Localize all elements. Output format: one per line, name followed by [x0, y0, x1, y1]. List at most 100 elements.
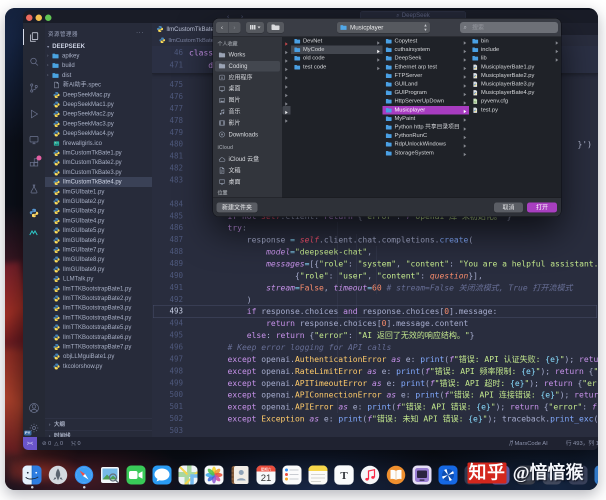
- toolbar-folder-button[interactable]: [267, 22, 284, 33]
- traffic-light-zoom[interactable]: [45, 14, 52, 21]
- activity-search-icon[interactable]: [23, 52, 45, 72]
- explorer-item-DeepSeekMac3.py[interactable]: DeepSeekMac3.py: [45, 119, 152, 129]
- activity-remote-explorer-icon[interactable]: [23, 130, 45, 150]
- file-item-PythonRunC[interactable]: PythonRunC: [383, 132, 470, 141]
- file-item-MusicplayerBate4.py[interactable]: MusicplayerBate4.py: [469, 89, 561, 98]
- favorites-文稿[interactable]: 文稿: [215, 165, 280, 176]
- dock-books[interactable]: [386, 465, 406, 485]
- explorer-item-DeepSeekMac2.py[interactable]: DeepSeekMac2.py: [45, 109, 152, 119]
- file-item-DeepSeek[interactable]: DeepSeek: [383, 54, 470, 63]
- explorer-item-llmTTKBootstrapBate3.py[interactable]: llmTTKBootstrapBate3.py: [45, 303, 152, 313]
- view-mode-button[interactable]: [246, 22, 264, 33]
- file-item-old code[interactable]: old code: [291, 54, 383, 63]
- explorer-item-llmGUIbate2.py[interactable]: llmGUIbate2.py: [45, 197, 152, 207]
- activity-marscode-icon[interactable]: [23, 223, 45, 243]
- activity-explorer-icon[interactable]: [23, 27, 45, 47]
- activity-extensions-icon[interactable]: [23, 153, 45, 173]
- file-item-include[interactable]: include: [469, 46, 561, 55]
- explorer-item-DeepSeekMac4.py[interactable]: DeepSeekMac4.py: [45, 129, 152, 139]
- traffic-light-close[interactable]: [26, 14, 33, 21]
- file-item-MusicplayerBate3.py[interactable]: MusicplayerBate3.py: [469, 80, 561, 89]
- favorites-Downloads[interactable]: Downloads: [215, 129, 280, 140]
- explorer-item-llmTTKBootstrapBate6.py[interactable]: llmTTKBootstrapBate6.py: [45, 332, 152, 342]
- favorites-影片[interactable]: 影片: [215, 118, 280, 129]
- file-item-RdpUnlockWindows[interactable]: RdpUnlockWindows: [383, 140, 470, 149]
- explorer-item-apikey[interactable]: › apikey: [45, 51, 152, 61]
- activity-run-debug-icon[interactable]: [23, 104, 45, 124]
- dock-calendar[interactable]: 星期六 21: [256, 465, 276, 485]
- status-right[interactable]: ᛖMarsCode AI 行 493，列 18: [509, 437, 598, 450]
- dock-facetime[interactable]: [126, 465, 146, 485]
- explorer-item-build[interactable]: › build: [45, 61, 152, 71]
- new-folder-button[interactable]: 新建文件夹: [216, 202, 258, 213]
- favorites-桌面[interactable]: 桌面: [215, 177, 280, 188]
- activity-testing-icon[interactable]: [23, 179, 45, 199]
- favorites-桌面[interactable]: 桌面: [215, 84, 280, 95]
- activity-settings-icon[interactable]: PY: [23, 418, 45, 438]
- cancel-button[interactable]: 取消: [494, 202, 523, 213]
- explorer-item-LLMTalk.py[interactable]: LLMTalk.py: [45, 274, 152, 284]
- explorer-item-objLLMguiBate1.py[interactable]: objLLMguiBate1.py: [45, 352, 152, 362]
- activity-python-icon[interactable]: [23, 203, 45, 223]
- favorites-音乐[interactable]: 音乐: [215, 107, 280, 118]
- dock-launchpad[interactable]: [48, 465, 68, 485]
- favorites-Works[interactable]: Works: [215, 50, 280, 61]
- file-item-GUILand[interactable]: GUILand: [383, 80, 470, 89]
- explorer-root-folder[interactable]: ▾ DEEPSEEK: [45, 41, 152, 51]
- explorer-item-dist[interactable]: › dist: [45, 70, 152, 80]
- explorer-item-llmTTKBootstrapBate1.py[interactable]: llmTTKBootstrapBate1.py: [45, 284, 152, 294]
- back-button[interactable]: ‹: [216, 22, 228, 33]
- file-item-MusicplayerBate2.py[interactable]: MusicplayerBate2.py: [469, 71, 561, 80]
- file-item-DevNet[interactable]: DevNet: [291, 37, 383, 46]
- explorer-item-llmTTKBootstrapBate4.py[interactable]: llmTTKBootstrapBate4.py: [45, 313, 152, 323]
- explorer-item-llmGUIbate3.py[interactable]: llmGUIbate3.py: [45, 206, 152, 216]
- explorer-item-firewallgirls.ico[interactable]: firewallgirls.ico: [45, 138, 152, 148]
- explorer-item-DeepSeekMac.py[interactable]: DeepSeekMac.py: [45, 90, 152, 100]
- file-item-GUIProgram[interactable]: GUIProgram: [383, 89, 470, 98]
- explorer-item-llmGUIbate6.py[interactable]: llmGUIbate6.py: [45, 235, 152, 245]
- favorites-应用程序[interactable]: A 应用程序: [215, 72, 280, 83]
- explorer-item-llmGUIbate7.py[interactable]: llmGUIbate7.py: [45, 245, 152, 255]
- activity-accounts-icon[interactable]: [23, 398, 45, 418]
- problems-status[interactable]: ⊘ 0 △ 0: [42, 437, 63, 450]
- dock-reminders[interactable]: [282, 465, 302, 485]
- explorer-more-actions[interactable]: ···: [136, 28, 144, 36]
- explorer-item-llmGUIbate4.py[interactable]: llmGUIbate4.py: [45, 216, 152, 226]
- activity-source-control-icon[interactable]: [23, 78, 45, 98]
- dock-vm-app[interactable]: [412, 465, 432, 485]
- file-item-bin[interactable]: bin: [469, 37, 561, 46]
- favorites-iCloud 云盘[interactable]: iCloud 云盘: [215, 154, 280, 165]
- file-item-MusicplayerBate1.py[interactable]: MusicplayerBate1.py: [469, 63, 561, 72]
- file-item-test code[interactable]: test code: [291, 63, 383, 72]
- dock-contacts[interactable]: [230, 465, 250, 485]
- file-item-Copytest[interactable]: Copytest: [383, 37, 470, 46]
- dock-edge-app[interactable]: [594, 465, 598, 485]
- dock-music[interactable]: [360, 465, 380, 485]
- file-item-MyCode[interactable]: MyCode: [291, 45, 383, 55]
- explorer-item-llmGUIbate8.py[interactable]: llmGUIbate8.py: [45, 255, 152, 265]
- file-item-Musicplayer[interactable]: Musicplayer: [382, 105, 469, 115]
- open-button[interactable]: 打开: [527, 202, 557, 213]
- explorer-item-DeepSeekMac1.py[interactable]: DeepSeekMac1.py: [45, 100, 152, 110]
- remote-indicator[interactable]: ><: [23, 437, 37, 450]
- dock-messages[interactable]: [152, 465, 172, 485]
- dock-notes[interactable]: [308, 465, 328, 485]
- explorer-item-llmGUIbate9.py[interactable]: llmGUIbate9.py: [45, 264, 152, 274]
- file-item-MyPaint[interactable]: MyPaint: [383, 114, 470, 123]
- file-item-HttpServerUpDown[interactable]: HttpServerUpDown: [383, 97, 470, 106]
- file-item-Python http 共享目录项目[interactable]: Python http 共享目录项目: [383, 123, 470, 132]
- explorer-item-llmCustomTkBate2.py[interactable]: llmCustomTkBate2.py: [45, 158, 152, 168]
- explorer-item-llmTTKBootstrapBate5.py[interactable]: llmTTKBootstrapBate5.py: [45, 323, 152, 333]
- section-outline[interactable]: › 大纲: [45, 418, 152, 431]
- dock-maps[interactable]: [178, 465, 198, 485]
- file-item-test.py[interactable]: test.py: [469, 106, 561, 115]
- file-item-StorageSystem[interactable]: StorageSystem: [383, 149, 470, 158]
- file-item-cuthairsystem[interactable]: cuthairsystem: [383, 46, 470, 55]
- explorer-item-llmGUIbate1.py[interactable]: llmGUIbate1.py: [45, 187, 152, 197]
- dock-pinwheel-blue[interactable]: [438, 465, 458, 485]
- ports-status[interactable]: 0: [71, 437, 81, 450]
- location-popup[interactable]: Musicplayer ▲ ▼: [337, 22, 430, 33]
- dialog-search-field[interactable]: ⌕ 搜索: [460, 22, 558, 33]
- favorites-Coding[interactable]: Coding: [215, 60, 280, 72]
- favorites-图片[interactable]: 图片: [215, 95, 280, 106]
